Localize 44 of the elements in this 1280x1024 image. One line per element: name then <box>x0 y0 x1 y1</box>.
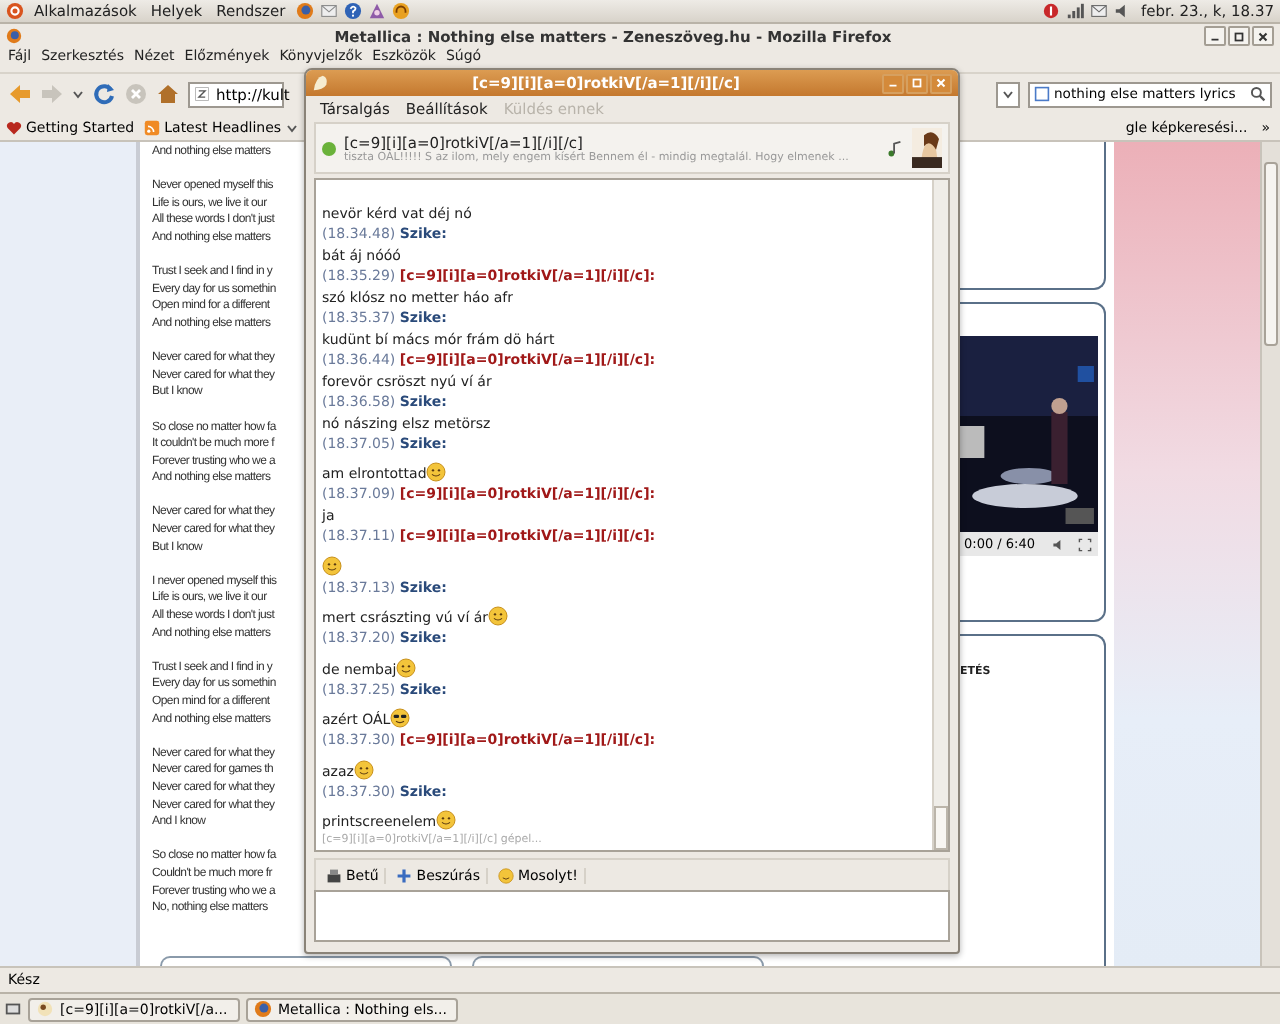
smiley-icon <box>426 462 447 482</box>
search-engine-icon <box>1034 86 1050 102</box>
scrollbar[interactable] <box>1260 142 1280 966</box>
caret-icon <box>285 121 298 133</box>
mail-icon[interactable] <box>1089 2 1108 20</box>
feed-icon <box>144 119 161 135</box>
alert-icon[interactable] <box>1041 2 1060 20</box>
message-input[interactable] <box>314 890 950 942</box>
logo-icon[interactable] <box>6 2 24 20</box>
volume-icon[interactable] <box>1052 537 1066 551</box>
close-icon <box>934 76 948 90</box>
close-button[interactable] <box>1252 26 1274 46</box>
plus-icon <box>396 867 413 883</box>
site-icon <box>194 86 210 102</box>
mail-icon[interactable] <box>319 2 338 20</box>
home-icon[interactable] <box>156 82 180 106</box>
smiley-icon <box>497 867 514 883</box>
smiley-icon <box>488 606 509 626</box>
maximize-icon <box>1232 29 1246 43</box>
smiley-icon <box>322 555 342 575</box>
smiley-icon <box>353 759 374 779</box>
smiley-icon <box>396 657 417 677</box>
search-icon[interactable] <box>1250 86 1266 102</box>
globe-icon[interactable] <box>295 2 314 20</box>
browser-icon <box>254 1000 272 1018</box>
smiley-icon <box>436 810 457 830</box>
sunglasses-smiley-icon <box>390 708 411 728</box>
caret-icon[interactable] <box>72 88 84 100</box>
caret-icon <box>1002 88 1014 100</box>
printer-icon <box>326 867 342 883</box>
music-note-icon <box>886 139 904 157</box>
fullscreen-icon[interactable] <box>1078 537 1092 551</box>
scrollbar[interactable] <box>932 180 948 850</box>
help-icon[interactable] <box>343 2 362 20</box>
browser-icon <box>6 28 22 44</box>
heart-icon <box>6 119 22 135</box>
address-dropdown-button[interactable] <box>996 81 1020 107</box>
maximize-icon <box>910 76 924 90</box>
reload-icon[interactable] <box>92 82 116 106</box>
signal-icon[interactable] <box>1065 2 1084 20</box>
headphones-icon[interactable] <box>391 2 410 20</box>
close-icon <box>1256 29 1270 43</box>
desktop-icon[interactable] <box>4 1000 22 1018</box>
maximize-button[interactable] <box>1228 26 1250 46</box>
